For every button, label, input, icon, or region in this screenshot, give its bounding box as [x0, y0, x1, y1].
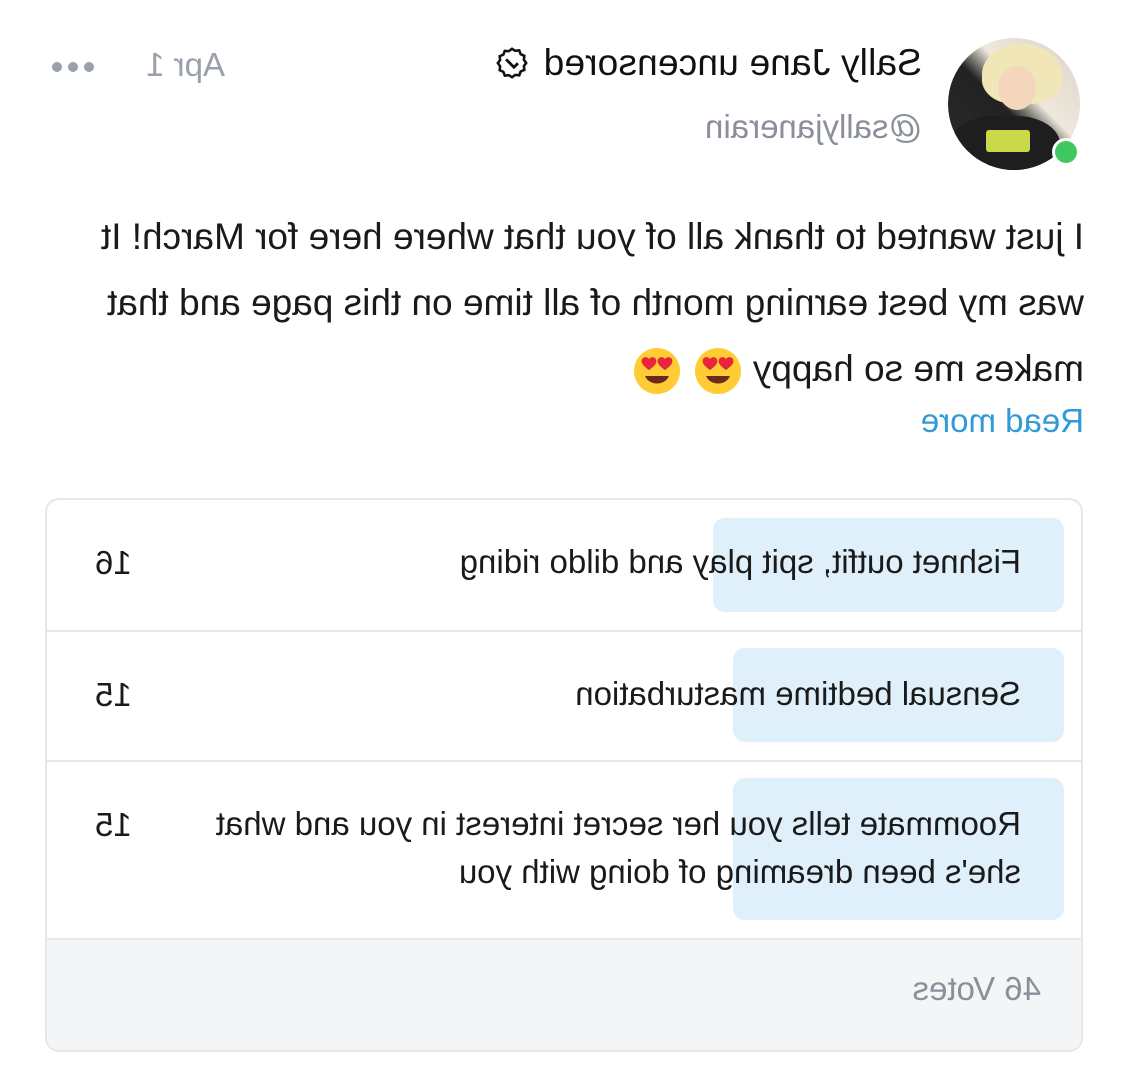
heart-eyes-emoji-icon — [694, 348, 741, 395]
author-name[interactable]: Sally Jane uncensored — [543, 42, 922, 84]
verified-badge-icon — [496, 47, 529, 79]
poll: Fishnet outfit, spit play and dildo ridi… — [45, 498, 1083, 1052]
author-name-row: Sally Jane uncensored — [495, 42, 922, 84]
poll-option-votes: 16 — [95, 544, 132, 581]
more-options-icon[interactable] — [52, 62, 94, 72]
poll-option[interactable]: Sensual bedtime masturbation 15 — [47, 632, 1081, 762]
heart-eyes-emoji-icon — [634, 348, 681, 395]
post-date[interactable]: Apr 1 — [146, 46, 225, 84]
poll-footer: 46 Votes — [47, 940, 1081, 1052]
poll-option-label: Roommate tells you her secret interest i… — [215, 805, 1021, 890]
post-body: I just wanted to thank all of you that w… — [100, 216, 1084, 389]
poll-option-votes: 15 — [95, 676, 132, 713]
avatar-shirt-logo — [986, 130, 1030, 152]
poll-option-votes: 15 — [95, 806, 132, 843]
poll-option[interactable]: Fishnet outfit, spit play and dildo ridi… — [47, 500, 1081, 632]
poll-option[interactable]: Roommate tells you her secret interest i… — [47, 762, 1081, 940]
poll-total-votes: 46 Votes — [912, 970, 1041, 1007]
author-handle[interactable]: @sallyjanerain — [705, 108, 922, 146]
read-more-link[interactable]: Read more — [921, 402, 1084, 440]
post-text: I just wanted to thank all of you that w… — [94, 204, 1084, 402]
poll-option-label: Fishnet outfit, spit play and dildo ridi… — [459, 543, 1021, 580]
post-card: Sally Jane uncensored @sallyjanerain Apr… — [0, 0, 1128, 1080]
avatar-face — [998, 66, 1036, 110]
poll-option-label: Sensual bedtime masturbation — [575, 675, 1021, 712]
online-status-dot — [1052, 138, 1080, 166]
